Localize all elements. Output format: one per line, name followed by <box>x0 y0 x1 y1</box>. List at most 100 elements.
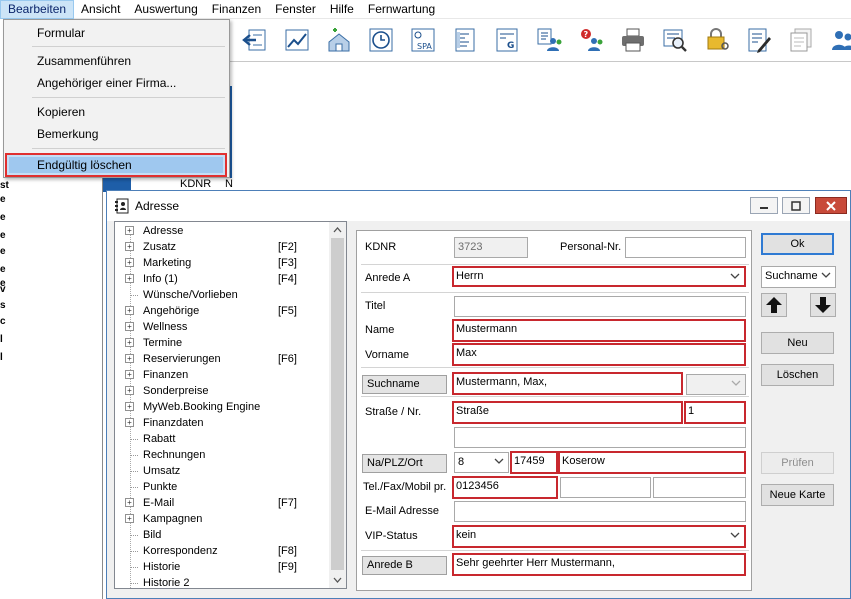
menu-auswertung[interactable]: Auswertung <box>127 0 204 19</box>
tree-node[interactable]: + Adresse <box>115 223 330 239</box>
expand-icon[interactable]: + <box>125 258 134 267</box>
loeschen-button[interactable]: Löschen <box>761 364 834 386</box>
users-icon[interactable] <box>828 25 851 55</box>
form-g-icon[interactable]: G <box>492 25 522 55</box>
menu-item-bemerkung[interactable]: Bemerkung <box>37 124 98 144</box>
people-list-icon[interactable] <box>534 25 564 55</box>
expand-icon[interactable]: + <box>125 242 134 251</box>
tree-node[interactable]: + Zusatz [F2] <box>115 239 330 255</box>
people-question-icon[interactable]: ? <box>576 25 606 55</box>
edit-doc-icon[interactable] <box>744 25 774 55</box>
tree-node[interactable]: + Sonderpreise <box>115 383 330 399</box>
close-button[interactable] <box>815 197 847 214</box>
name-field[interactable]: Mustermann <box>452 319 746 342</box>
expand-icon[interactable]: + <box>125 498 134 507</box>
tree-node[interactable]: + Reservierungen [F6] <box>115 351 330 367</box>
tree-node[interactable]: + Kampagnen <box>115 511 330 527</box>
menu-finanzen[interactable]: Finanzen <box>205 0 268 19</box>
tree-node[interactable]: Rechnungen <box>115 447 330 463</box>
nation-select[interactable]: 8 <box>454 452 509 473</box>
search-doc-icon[interactable] <box>660 25 690 55</box>
menu-fenster[interactable]: Fenster <box>268 0 323 19</box>
suchname-label[interactable]: Suchname <box>362 375 447 394</box>
tree-node[interactable]: Historie [F9] <box>115 559 330 575</box>
printer-icon[interactable] <box>618 25 648 55</box>
expand-icon[interactable]: + <box>125 386 134 395</box>
tree-node[interactable]: + Termine <box>115 335 330 351</box>
tree-node[interactable]: Korrespondenz [F8] <box>115 543 330 559</box>
clock-icon[interactable] <box>366 25 396 55</box>
maximize-button[interactable] <box>782 197 810 214</box>
expand-icon[interactable]: + <box>125 226 134 235</box>
tree-node[interactable]: Punkte <box>115 479 330 495</box>
house-plus-icon[interactable] <box>324 25 354 55</box>
scrollbar-thumb[interactable] <box>331 238 344 570</box>
titel-field[interactable] <box>454 296 746 317</box>
neue-karte-button[interactable]: Neue Karte <box>761 484 834 506</box>
tree-node[interactable]: Bild <box>115 527 330 543</box>
tree-node[interactable]: + Finanzen <box>115 367 330 383</box>
ort-field[interactable]: Koserow <box>558 451 746 474</box>
menu-item-angehoeriger-firma[interactable]: Angehöriger einer Firma... <box>37 73 176 93</box>
expand-icon[interactable]: + <box>125 274 134 283</box>
chart-icon[interactable] <box>282 25 312 55</box>
window-titlebar[interactable]: Adresse <box>107 191 850 221</box>
email-field[interactable] <box>454 501 746 522</box>
menu-item-formular[interactable]: Formular <box>37 23 85 43</box>
personal-nr-field[interactable] <box>625 237 746 258</box>
anrede-a-select[interactable]: Herrn <box>452 266 746 287</box>
tree-scrollbar[interactable] <box>329 222 346 588</box>
menu-item-kopieren[interactable]: Kopieren <box>37 102 85 122</box>
strasse-field[interactable]: Straße <box>452 401 683 424</box>
tree-node[interactable]: Rabatt <box>115 431 330 447</box>
move-up-button[interactable] <box>761 293 787 317</box>
expand-icon[interactable]: + <box>125 322 134 331</box>
tree-node[interactable]: + Wellness <box>115 319 330 335</box>
menu-item-zusammenfuehren[interactable]: Zusammenführen <box>37 51 131 71</box>
tree-node[interactable]: + Angehörige [F5] <box>115 303 330 319</box>
tree-node[interactable]: + Finanzdaten <box>115 415 330 431</box>
expand-icon[interactable]: + <box>125 370 134 379</box>
strasse-zusatz-field[interactable] <box>454 427 746 448</box>
telefon-field[interactable]: 0123456 <box>452 476 558 499</box>
expand-icon[interactable]: + <box>125 514 134 523</box>
lock-key-icon[interactable] <box>702 25 732 55</box>
menu-bearbeiten[interactable]: Bearbeiten <box>0 0 75 19</box>
vorname-field[interactable]: Max <box>452 343 746 366</box>
suchname-field[interactable]: Mustermann, Max, <box>452 372 683 395</box>
tree-node[interactable]: + E-Mail [F7] <box>115 495 330 511</box>
expand-icon[interactable]: + <box>125 354 134 363</box>
anrede-b-label[interactable]: Anrede B <box>362 556 447 575</box>
form-icon[interactable] <box>450 25 480 55</box>
tree-node[interactable]: Wünsche/Vorlieben <box>115 287 330 303</box>
expand-icon[interactable]: + <box>125 418 134 427</box>
move-down-button[interactable] <box>810 293 836 317</box>
plz-label[interactable]: Na/PLZ/Ort <box>362 454 447 473</box>
import-icon[interactable] <box>240 25 270 55</box>
tree-node[interactable]: + MyWeb.Booking Engine <box>115 399 330 415</box>
tree-node[interactable]: Historie 2 <box>115 575 330 588</box>
fax-field[interactable] <box>560 477 651 498</box>
menu-fernwartung[interactable]: Fernwartung <box>361 0 442 19</box>
menu-item-endgueltig-loeschen[interactable]: Endgültig löschen <box>5 153 227 177</box>
tree-node[interactable]: + Info (1) [F4] <box>115 271 330 287</box>
vip-status-select[interactable]: kein <box>452 525 746 548</box>
menu-hilfe[interactable]: Hilfe <box>323 0 361 19</box>
menu-ansicht[interactable]: Ansicht <box>74 0 127 19</box>
menu-separator <box>32 97 225 98</box>
anrede-b-field[interactable]: Sehr geehrter Herr Mustermann, <box>452 553 746 576</box>
spa-icon[interactable]: SPA <box>408 25 438 55</box>
tree-node[interactable]: Umsatz <box>115 463 330 479</box>
expand-icon[interactable]: + <box>125 306 134 315</box>
expand-icon[interactable]: + <box>125 338 134 347</box>
sort-select[interactable]: Suchname <box>761 266 836 288</box>
expand-icon[interactable]: + <box>125 402 134 411</box>
neu-button[interactable]: Neu <box>761 332 834 354</box>
mobil-field[interactable] <box>653 477 746 498</box>
tree-node[interactable]: + Marketing [F3] <box>115 255 330 271</box>
ok-button[interactable]: Ok <box>761 233 834 255</box>
hausnummer-field[interactable]: 1 <box>684 401 746 424</box>
minimize-button[interactable] <box>750 197 778 214</box>
doc-stack-icon[interactable] <box>786 25 816 55</box>
plz-field[interactable]: 17459 <box>510 451 558 474</box>
